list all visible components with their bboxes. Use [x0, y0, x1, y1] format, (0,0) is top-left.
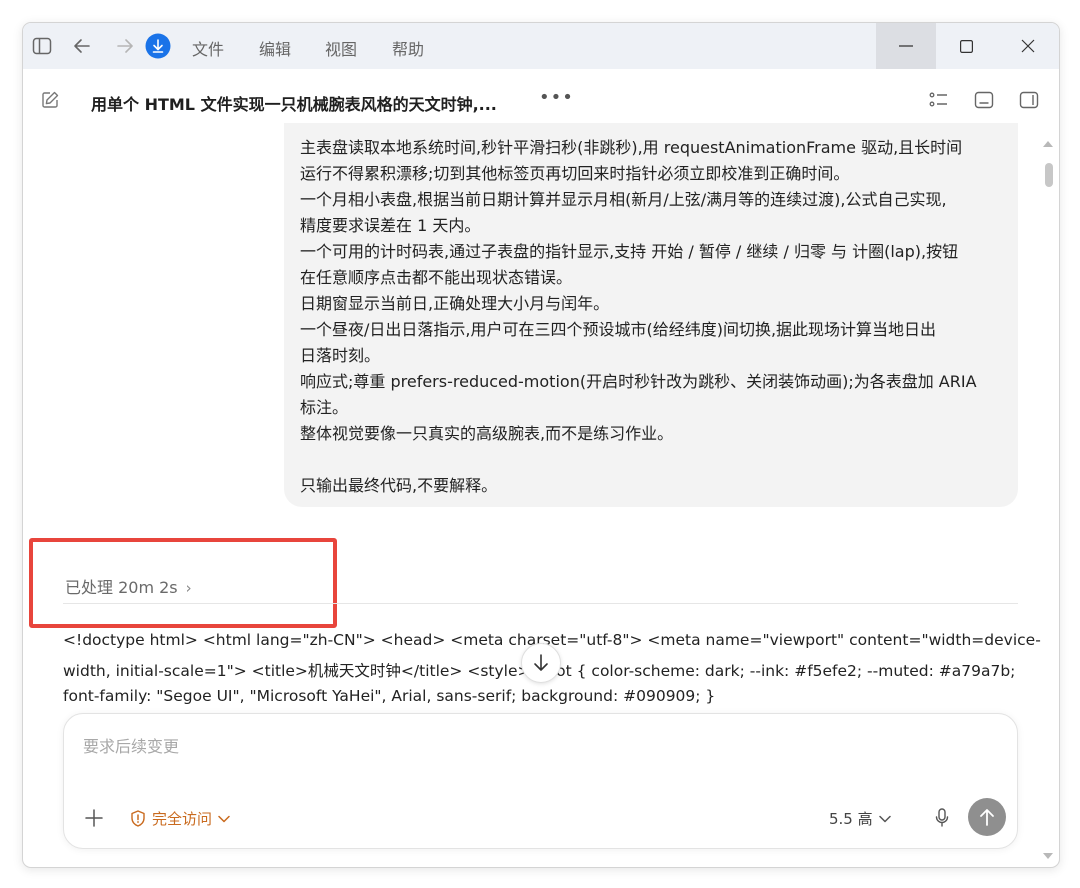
maximize-button[interactable] [936, 23, 996, 69]
message-line: 响应式;尊重 prefers-reduced-motion(开启时秒针改为跳秒、… [300, 372, 977, 391]
arrow-up-icon [980, 809, 994, 826]
divider [63, 603, 1018, 604]
message-line: 标注。 [300, 398, 349, 417]
composer: 完全访问 5.5 高 [63, 713, 1018, 849]
message-line: 运行不得累积漂移;切到其他标签页再切回来时指针必须立即校准到正确时间。 [300, 164, 850, 183]
back-arrow-icon[interactable] [71, 35, 93, 57]
message-line: 只输出最终代码,不要解释。 [300, 476, 498, 495]
message-line: 一个昼夜/日出日落指示,用户可在三四个预设城市(给经纬度)间切换,据此现场计算当… [300, 320, 937, 339]
follow-up-input[interactable] [81, 736, 945, 757]
title-bar: 文件 编辑 视图 帮助 [23, 23, 1059, 69]
message-line: 在任意顺序点击都不能出现状态错误。 [300, 268, 573, 287]
minimize-button[interactable] [876, 23, 936, 69]
message-line: 主表盘读取本地系统时间,秒针平滑扫秒(非跳秒),用 requestAnimati… [300, 138, 963, 157]
message-line: 整体视觉要像一只真实的高级腕表,而不是练习作业。 [300, 424, 674, 443]
plus-icon [85, 809, 103, 827]
message-line: 日落时刻。 [300, 346, 381, 365]
message-line: 日期窗显示当前日,正确处理大小月与闰年。 [300, 294, 610, 313]
message-line: 一个月相小表盘,根据当前日期计算并显示月相(新月/上弦/满月等的连续过渡),公式… [300, 190, 947, 209]
microphone-icon [935, 808, 949, 827]
close-icon [1021, 39, 1035, 53]
access-level-dropdown[interactable]: 完全访问 [130, 808, 230, 829]
model-label: 5.5 高 [829, 810, 873, 828]
close-button[interactable] [998, 23, 1058, 69]
list-icon[interactable] [928, 89, 950, 111]
menu-help[interactable]: 帮助 [392, 36, 424, 60]
scroll-thumb[interactable] [1045, 163, 1053, 187]
minimize-icon [899, 45, 913, 47]
access-level-label: 完全访问 [152, 810, 213, 828]
chevron-down-icon [878, 815, 891, 822]
microphone-button[interactable] [930, 806, 954, 830]
menu-view[interactable]: 视图 [325, 36, 357, 60]
download-icon[interactable] [145, 33, 171, 59]
scroll-up-icon[interactable] [1043, 141, 1053, 147]
add-attachment-button[interactable] [82, 806, 106, 830]
message-line: 精度要求误差在 1 天内。 [300, 216, 481, 235]
right-panel-icon[interactable] [1018, 89, 1040, 111]
model-selector-dropdown[interactable]: 5.5 高 [829, 808, 891, 829]
send-button[interactable] [968, 798, 1006, 836]
edit-pencil-icon[interactable] [39, 89, 61, 111]
bottom-panel-icon[interactable] [973, 89, 995, 111]
scroll-down-icon[interactable] [1043, 853, 1053, 859]
conversation-title: 用单个 HTML 文件实现一只机械腕表风格的天文时钟,... [91, 95, 497, 114]
sidebar-toggle-icon[interactable] [31, 35, 53, 57]
highlight-annotation-box [29, 538, 337, 628]
chevron-down-icon [218, 815, 230, 822]
code-line: font-family: "Segoe UI", "Microsoft YaHe… [63, 687, 716, 705]
menu-file[interactable]: 文件 [192, 36, 224, 60]
maximize-icon [959, 39, 973, 53]
user-message-bubble: 主表盘读取本地系统时间,秒针平滑扫秒(非跳秒),用 requestAnimati… [284, 123, 1018, 507]
forward-arrow-icon[interactable] [114, 35, 136, 57]
menu-edit[interactable]: 编辑 [259, 36, 291, 60]
more-options-icon[interactable]: ••• [539, 87, 574, 108]
scroll-to-bottom-button[interactable] [521, 643, 561, 683]
app-window: 文件 编辑 视图 帮助 用单个 HTML 文件实现一只机械腕表风格的天文时钟,.… [22, 22, 1060, 868]
scrollbar[interactable] [1041, 133, 1055, 863]
arrow-down-icon [534, 654, 548, 671]
message-line: 一个可用的计时码表,通过子表盘的指针显示,支持 开始 / 暂停 / 继续 / 归… [300, 242, 959, 261]
shield-alert-icon [131, 810, 145, 827]
